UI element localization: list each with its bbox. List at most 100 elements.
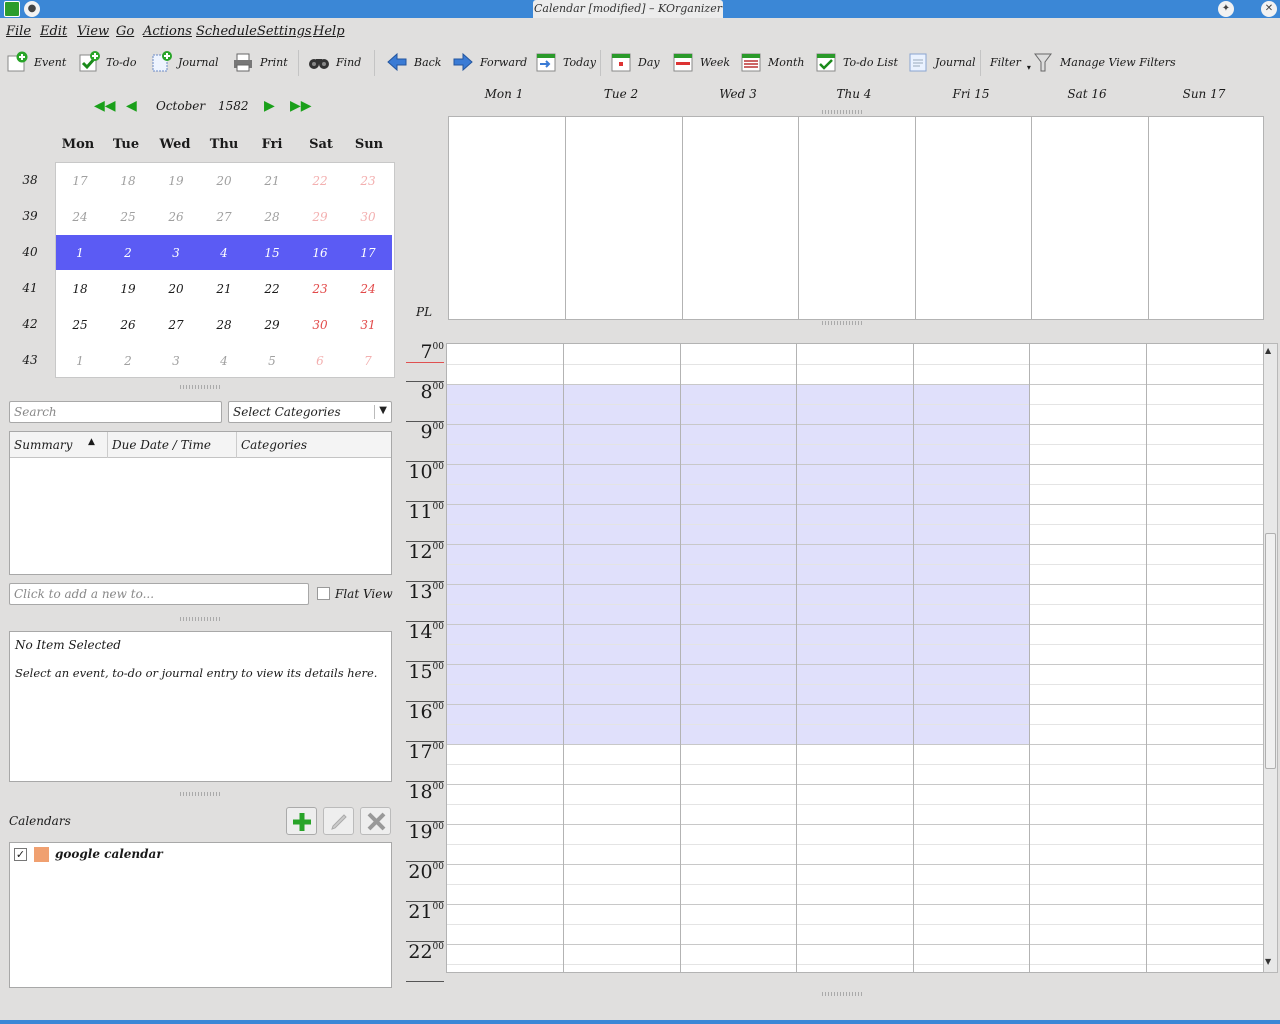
mini-calendar-day[interactable]: 6 (296, 354, 344, 368)
mini-calendar-day[interactable]: 25 (56, 318, 104, 332)
mini-calendar-day[interactable]: 27 (200, 210, 248, 224)
mini-calendar-day[interactable]: 20 (200, 174, 248, 188)
calendar-name[interactable]: google calendar (55, 847, 163, 861)
close-icon[interactable]: ✕ (1261, 1, 1277, 17)
day-column-header[interactable]: Fri 15 (913, 87, 1029, 101)
month-view-button[interactable]: Month (740, 48, 804, 76)
column-categories[interactable]: Categories (241, 438, 307, 452)
week-number[interactable]: 39 (14, 209, 46, 223)
mini-calendar-day[interactable]: 7 (344, 354, 392, 368)
all-day-area[interactable] (448, 116, 1264, 320)
mini-calendar-day[interactable]: 27 (152, 318, 200, 332)
splitter-handle[interactable] (180, 385, 220, 389)
mini-calendar-day[interactable]: 21 (248, 174, 296, 188)
flat-view-checkbox[interactable] (317, 587, 330, 600)
scrollbar-thumb[interactable] (1265, 533, 1276, 769)
day-column-header[interactable]: Mon 1 (446, 87, 562, 101)
help-icon[interactable]: ✦ (1218, 1, 1234, 17)
calendar-color-swatch[interactable] (34, 847, 49, 862)
mini-calendar-day[interactable]: 24 (344, 282, 392, 296)
mini-calendar-day[interactable]: 25 (104, 210, 152, 224)
mini-calendar-day[interactable]: 23 (296, 282, 344, 296)
scroll-down-icon[interactable]: ▼ (1265, 957, 1271, 966)
year-selector[interactable]: 1582 (218, 99, 249, 113)
mini-calendar-day[interactable]: 29 (248, 318, 296, 332)
mini-calendar-day[interactable]: 18 (56, 282, 104, 296)
add-calendar-button[interactable] (286, 807, 317, 835)
mini-calendar-day[interactable]: 4 (200, 354, 248, 368)
new-journal-button[interactable]: Journal (150, 48, 219, 76)
day-column-header[interactable]: Sun 17 (1146, 87, 1262, 101)
today-button[interactable]: Today (535, 48, 596, 76)
week-number[interactable]: 41 (14, 281, 46, 295)
mini-calendar-day[interactable]: 20 (152, 282, 200, 296)
forward-button[interactable]: Forward (452, 48, 527, 76)
search-input[interactable]: Search (9, 401, 222, 423)
todo-list-button[interactable]: To-do List (815, 48, 898, 76)
quick-add-todo-input[interactable]: Click to add a new to... (9, 583, 309, 605)
previous-year-button[interactable]: ◀◀ (94, 98, 116, 114)
mini-calendar-day[interactable]: 24 (56, 210, 104, 224)
splitter-handle[interactable] (822, 992, 862, 996)
day-column-header[interactable]: Thu 4 (796, 87, 912, 101)
todo-list[interactable]: Summary ▲ Due Date / Time Categories (9, 431, 392, 575)
mini-calendar-day[interactable]: 2 (104, 246, 152, 260)
menu-settings[interactable]: Settings (257, 24, 312, 39)
mini-calendar-day[interactable]: 22 (248, 282, 296, 296)
mini-calendar-day[interactable]: 28 (200, 318, 248, 332)
scroll-up-icon[interactable]: ▲ (1265, 346, 1271, 355)
mini-calendar-day[interactable]: 3 (152, 246, 200, 260)
menu-view[interactable]: View (77, 24, 109, 39)
day-column-header[interactable]: Tue 2 (563, 87, 679, 101)
mini-calendar-day[interactable]: 31 (344, 318, 392, 332)
mini-calendar-day[interactable]: 1 (56, 246, 104, 260)
week-number[interactable]: 43 (14, 353, 46, 367)
remove-calendar-button[interactable] (360, 807, 391, 835)
day-view-button[interactable]: Day (610, 48, 660, 76)
mini-calendar-day[interactable]: 22 (296, 174, 344, 188)
mini-calendar-day[interactable]: 3 (152, 354, 200, 368)
mini-calendar-day[interactable]: 30 (296, 318, 344, 332)
next-year-button[interactable]: ▶▶ (290, 98, 312, 114)
calendar-enabled-checkbox[interactable]: ✓ (14, 848, 27, 861)
week-view-button[interactable]: Week (672, 48, 730, 76)
menu-go[interactable]: Go (116, 24, 134, 39)
mini-calendar-day[interactable]: 30 (344, 210, 392, 224)
week-number[interactable]: 42 (14, 317, 46, 331)
mini-calendar-day[interactable]: 15 (248, 246, 296, 260)
manage-view-filters-button[interactable]: Manage View Filters (1032, 48, 1176, 76)
menu-schedule[interactable]: Schedule (196, 24, 257, 39)
column-due-date[interactable]: Due Date / Time (112, 438, 211, 452)
mini-calendar-day[interactable]: 19 (152, 174, 200, 188)
mini-calendar-day[interactable]: 17 (56, 174, 104, 188)
mini-calendar-day[interactable]: 2 (104, 354, 152, 368)
mini-calendar-day[interactable]: 18 (104, 174, 152, 188)
mini-calendar-day[interactable]: 28 (248, 210, 296, 224)
window-menu-icon[interactable]: ● (24, 1, 40, 17)
menu-help[interactable]: Help (313, 24, 345, 39)
menu-file[interactable]: File (6, 24, 31, 39)
month-selector[interactable]: October (156, 99, 205, 113)
mini-calendar-day[interactable]: 23 (344, 174, 392, 188)
splitter-handle[interactable] (180, 792, 220, 796)
app-icon[interactable] (4, 1, 20, 17)
mini-calendar-day[interactable]: 26 (152, 210, 200, 224)
day-column-header[interactable]: Sat 16 (1029, 87, 1145, 101)
splitter-handle[interactable] (822, 110, 862, 114)
mini-calendar-day[interactable]: 4 (200, 246, 248, 260)
filter-dropdown[interactable]: Filter ▾ (990, 48, 1031, 76)
print-button[interactable]: Print (232, 48, 288, 76)
splitter-handle[interactable] (822, 321, 862, 325)
agenda-scrollbar[interactable]: ▲ ▼ (1263, 343, 1278, 973)
previous-month-button[interactable]: ◀ (126, 98, 137, 114)
journal-view-button[interactable]: Journal (907, 48, 976, 76)
new-event-button[interactable]: Event (6, 48, 66, 76)
column-summary[interactable]: Summary (14, 438, 72, 452)
mini-calendar-day[interactable]: 17 (344, 246, 392, 260)
menu-edit[interactable]: Edit (40, 24, 67, 39)
next-month-button[interactable]: ▶ (264, 98, 275, 114)
new-todo-button[interactable]: To-do (78, 48, 137, 76)
week-number[interactable]: 40 (14, 245, 46, 259)
mini-calendar-day[interactable]: 29 (296, 210, 344, 224)
mini-calendar-day[interactable]: 21 (200, 282, 248, 296)
